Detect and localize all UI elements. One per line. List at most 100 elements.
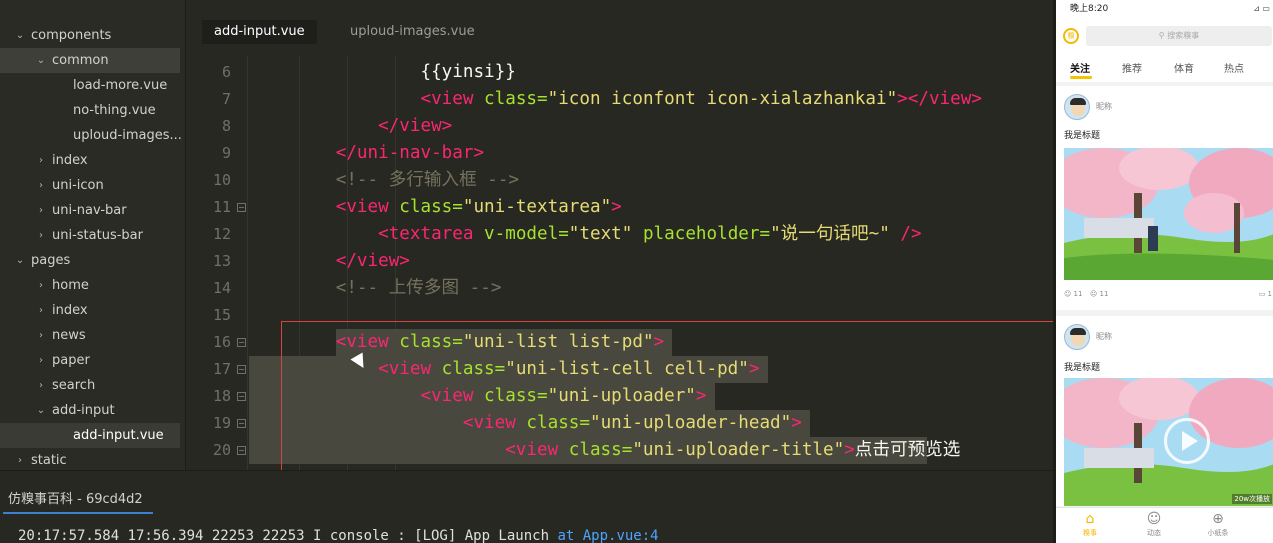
code-token: <textarea bbox=[378, 224, 474, 244]
bnav-notes[interactable]: ⊕ 小纸条 bbox=[1188, 510, 1248, 538]
code-line[interactable]: <textarea v-model="text" placeholder="说一… bbox=[251, 221, 921, 248]
bnav-home[interactable]: ⌂ 糗事 bbox=[1060, 510, 1120, 538]
fold-toggle-icon[interactable]: − bbox=[237, 365, 246, 374]
tree-item-label: load-more.vue bbox=[73, 78, 168, 93]
code-line[interactable]: {{yinsi}} bbox=[251, 59, 515, 86]
tree-item-label: no-thing.vue bbox=[73, 103, 156, 118]
code-line[interactable]: <view class="uni-list list-pd"> bbox=[251, 329, 664, 356]
file-item[interactable]: add-input.vue bbox=[0, 423, 180, 448]
ptab-follow[interactable]: 关注 bbox=[1070, 60, 1090, 75]
add-icon: ⊕ bbox=[1212, 511, 1224, 527]
chevron-down-icon[interactable]: ⌄ bbox=[35, 48, 47, 73]
tree-item-label: uni-icon bbox=[52, 178, 104, 193]
fold-toggle-icon[interactable]: − bbox=[237, 392, 246, 401]
file-item[interactable]: no-thing.vue bbox=[0, 98, 185, 123]
chevron-right-icon[interactable]: › bbox=[14, 448, 26, 470]
fold-toggle-icon[interactable]: − bbox=[237, 338, 246, 347]
search-input[interactable]: ⚲ 搜索糗事 bbox=[1086, 26, 1272, 46]
code-line[interactable]: <view class="uni-uploader-title">点击可预览选 bbox=[251, 437, 960, 464]
line-number: 17 bbox=[212, 360, 231, 378]
code-token: class= bbox=[558, 440, 633, 460]
chevron-right-icon[interactable]: › bbox=[35, 198, 47, 223]
chevron-right-icon[interactable]: › bbox=[35, 348, 47, 373]
code-token: <view bbox=[378, 359, 432, 379]
tab-uploud-images-vue[interactable]: uploud-images.vue bbox=[338, 20, 487, 44]
post-nickname[interactable]: 昵称 bbox=[1096, 331, 1112, 342]
folder-item[interactable]: › news bbox=[0, 323, 185, 348]
code-line[interactable]: <view class="icon iconfont icon-xialazha… bbox=[251, 86, 981, 113]
tree-item-label: uploud-images... bbox=[73, 128, 182, 143]
folder-item[interactable]: › uni-icon bbox=[0, 173, 185, 198]
code-line[interactable]: <view class="uni-uploader"> bbox=[251, 383, 706, 410]
folder-item[interactable]: › search bbox=[0, 373, 185, 398]
code-token: <!-- 上传多图 --> bbox=[335, 278, 502, 298]
code-line[interactable]: </view> bbox=[251, 248, 410, 275]
line-number: 8 bbox=[221, 117, 231, 135]
bnav-feed[interactable]: ☺ 动态 bbox=[1124, 510, 1184, 538]
folder-item[interactable]: › uni-status-bar bbox=[0, 223, 185, 248]
feed-icon: ☺ bbox=[1146, 511, 1162, 527]
avatar[interactable] bbox=[1064, 324, 1090, 350]
chevron-right-icon[interactable]: › bbox=[35, 223, 47, 248]
folder-item[interactable]: › home bbox=[0, 273, 185, 298]
code-token: placeholder= bbox=[632, 224, 771, 244]
ptab-sports[interactable]: 体育 bbox=[1174, 60, 1194, 75]
fold-toggle-icon[interactable]: − bbox=[237, 203, 246, 212]
ptab-hot[interactable]: 热点 bbox=[1224, 60, 1244, 75]
avatar[interactable] bbox=[1064, 94, 1090, 120]
code-line[interactable]: <view class="uni-uploader-head"> bbox=[251, 410, 802, 437]
chevron-right-icon[interactable]: › bbox=[35, 323, 47, 348]
log-source-link[interactable]: at App.vue:4 bbox=[557, 528, 658, 543]
folder-item[interactable]: › uni-nav-bar bbox=[0, 198, 185, 223]
line-number: 16 bbox=[212, 333, 231, 351]
code-line[interactable]: <!-- 上传多图 --> bbox=[251, 275, 502, 302]
folder-item[interactable]: ⌄ common bbox=[0, 48, 180, 73]
fold-toggle-icon[interactable]: − bbox=[237, 419, 246, 428]
post-video[interactable]: 20w次播放 bbox=[1064, 378, 1273, 506]
post-image[interactable] bbox=[1064, 148, 1273, 280]
chevron-right-icon[interactable]: › bbox=[35, 373, 47, 398]
chevron-right-icon[interactable]: › bbox=[35, 273, 47, 298]
code-token: class= bbox=[388, 332, 463, 352]
code-token: <view bbox=[420, 386, 474, 406]
chevron-down-icon[interactable]: ⌄ bbox=[14, 248, 26, 273]
ptab-recommend[interactable]: 推荐 bbox=[1122, 60, 1142, 75]
code-line[interactable]: <view class="uni-list-cell cell-pd"> bbox=[251, 356, 759, 383]
file-item[interactable]: uploud-images... bbox=[0, 123, 185, 148]
file-item[interactable]: load-more.vue bbox=[0, 73, 185, 98]
folder-item[interactable]: ⌄ pages bbox=[0, 248, 185, 273]
console-tab[interactable]: 仿糗事百科 - 69cd4d2 bbox=[0, 489, 151, 511]
chevron-right-icon[interactable]: › bbox=[35, 148, 47, 173]
folder-item[interactable]: ⌄ add-input bbox=[0, 398, 185, 423]
chevron-right-icon[interactable]: › bbox=[35, 173, 47, 198]
post-dislikes[interactable]: ☹ 11 bbox=[1090, 290, 1108, 298]
folder-item[interactable]: › paper bbox=[0, 348, 185, 373]
console-panel: 仿糗事百科 - 69cd4d2 20:17:57.584 17:56.394 2… bbox=[0, 470, 1053, 543]
folder-item[interactable]: ⌄ components bbox=[0, 23, 185, 48]
code-line[interactable]: </uni-nav-bar> bbox=[251, 140, 484, 167]
code-editor[interactable]: 6 {{yinsi}} 7 <view class="icon iconfont … bbox=[187, 56, 1053, 470]
chevron-right-icon[interactable]: › bbox=[35, 298, 47, 323]
post-card[interactable]: 昵称 我是标题 20w次播放 bbox=[1056, 316, 1273, 506]
code-token: class= bbox=[473, 89, 548, 109]
console-tab-indicator bbox=[3, 512, 153, 514]
chevron-down-icon[interactable]: ⌄ bbox=[35, 398, 47, 423]
post-nickname[interactable]: 昵称 bbox=[1096, 101, 1112, 112]
play-icon[interactable] bbox=[1164, 418, 1210, 464]
fold-toggle-icon[interactable]: − bbox=[237, 446, 246, 455]
post-card[interactable]: 昵称 我是标题 ☺ 11 ☹ 11 ▭ 1 bbox=[1056, 86, 1273, 310]
tree-item-label: uni-status-bar bbox=[52, 228, 143, 243]
folder-item[interactable]: › static bbox=[0, 448, 185, 470]
chevron-down-icon[interactable]: ⌄ bbox=[14, 23, 26, 48]
folder-item[interactable]: › index bbox=[0, 298, 185, 323]
post-comments[interactable]: ▭ 1 bbox=[1259, 290, 1272, 298]
app-logo-icon[interactable]: 糗 bbox=[1063, 28, 1079, 44]
code-line[interactable]: </view> bbox=[251, 113, 452, 140]
code-line[interactable]: <!-- 多行输入框 --> bbox=[251, 167, 519, 194]
post-likes[interactable]: ☺ 11 bbox=[1064, 290, 1082, 298]
code-line[interactable]: <view class="uni-textarea"> bbox=[251, 194, 622, 221]
tab-add-input-vue[interactable]: add-input.vue bbox=[202, 20, 317, 44]
folder-item[interactable]: › index bbox=[0, 148, 185, 173]
